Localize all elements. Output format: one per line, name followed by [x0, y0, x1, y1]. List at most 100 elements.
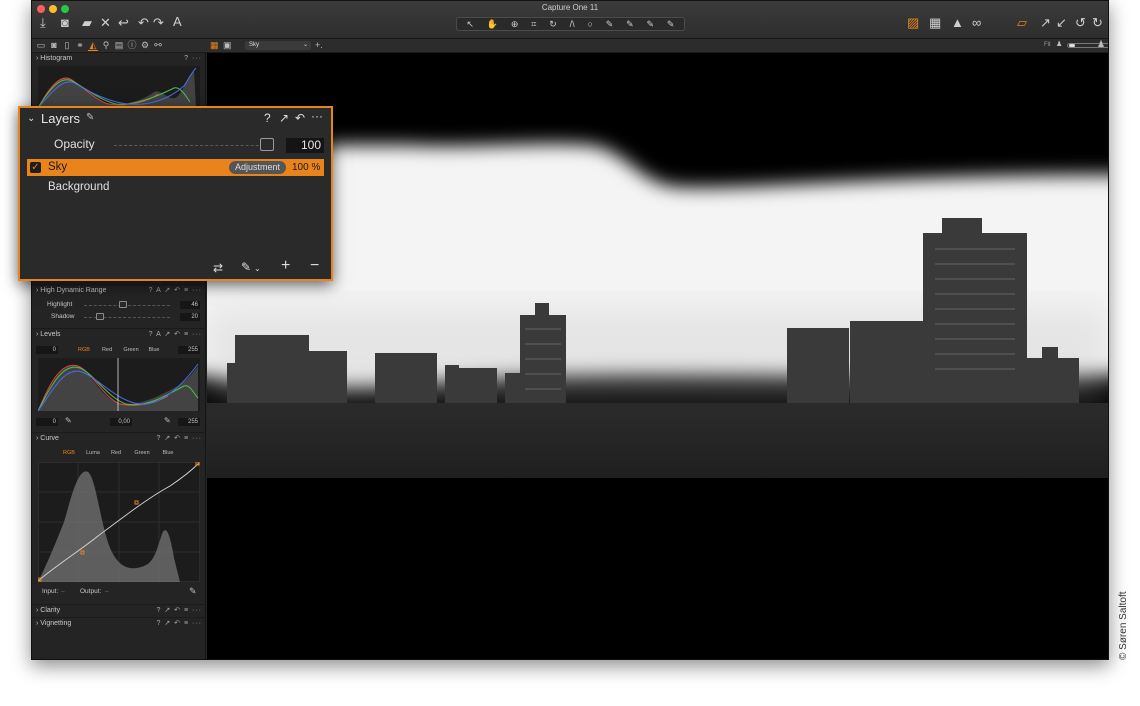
layer-row-sky[interactable]: ✓ Sky Adjustment 100 %	[27, 159, 324, 176]
opacity-slider-track[interactable]	[114, 145, 274, 146]
linear-gradient-cursor-icon[interactable]: ✎	[626, 19, 634, 29]
select-cursor-icon[interactable]: ↖	[466, 19, 474, 29]
shadow-value[interactable]: 20	[180, 313, 200, 321]
delete-icon[interactable]: ✕	[100, 16, 111, 29]
add-variant-icon[interactable]: +.	[315, 40, 323, 50]
color-tab-icon[interactable]: ⚭	[75, 41, 85, 50]
curve-tab-green[interactable]: Green	[131, 449, 153, 457]
apply-adjustments-icon[interactable]: ↙	[1056, 16, 1067, 29]
highlight-slider-knob[interactable]	[119, 301, 127, 308]
white-picker-icon[interactable]: ✎	[164, 416, 171, 425]
metadata-tab-icon[interactable]: ▤	[114, 41, 124, 50]
grid-view-icon[interactable]: ▦	[210, 40, 219, 51]
library-tab-icon[interactable]: ▭	[36, 41, 46, 50]
rotate-cursor-icon[interactable]: ↻	[549, 19, 557, 29]
levels-bottom-right-value[interactable]: 255	[178, 418, 200, 426]
keystone-cursor-icon[interactable]: /\	[570, 19, 575, 29]
levels-tab-red[interactable]: Red	[97, 346, 117, 354]
tool-header-icons[interactable]: ? ↗ ↶ ≡ ···	[157, 433, 202, 444]
grid-icon[interactable]: ▦	[929, 16, 941, 29]
pin-icon[interactable]: ✎	[86, 112, 94, 123]
warning-icon[interactable]: ▲	[951, 16, 964, 29]
details-tab-icon[interactable]: ⚲	[101, 41, 111, 50]
zoom-cursor-icon[interactable]: ⊕	[511, 19, 519, 29]
layer-visibility-checkbox[interactable]: ✓	[30, 162, 41, 173]
proof-glasses-icon[interactable]: ∞	[972, 16, 981, 29]
help-icon[interactable]: ?	[264, 111, 271, 125]
reset-icon[interactable]: ↶	[295, 111, 305, 125]
histogram-header[interactable]: › Histogram ? ···	[32, 53, 206, 64]
reset-icon[interactable]: ↩	[118, 16, 129, 29]
highlight-value[interactable]: 46	[180, 301, 200, 309]
vignetting-header[interactable]: › Vignetting ? ↗ ↶ ≡ ···	[32, 617, 206, 628]
curve-tab-luma[interactable]: Luma	[82, 449, 104, 457]
redo-icon[interactable]: ↷	[153, 16, 164, 29]
levels-top-right-value[interactable]: 255	[178, 346, 200, 354]
curve-input-label: Input:	[42, 588, 59, 595]
layers-title: Layers	[41, 111, 81, 126]
curve-tab-blue[interactable]: Blue	[158, 449, 178, 457]
tool-header-icons[interactable]: ? A ↗ ↶ ≡ ···	[149, 329, 202, 340]
opacity-value[interactable]: 100	[286, 138, 324, 153]
image-viewer[interactable]	[207, 53, 1108, 659]
levels-tab-rgb[interactable]: RGB	[74, 346, 94, 354]
rotate-left-icon[interactable]: ↺	[1075, 16, 1086, 29]
exposure-warning-icon[interactable]: ▨	[907, 16, 919, 29]
levels-bottom-left-value[interactable]: 0	[36, 418, 58, 426]
levels-bottom-mid-value[interactable]: 0,00	[110, 418, 132, 426]
highlight-slider-track[interactable]	[84, 305, 170, 306]
tool-header-icons[interactable]: ? A ↗ ↶ ≡ ···	[149, 285, 202, 296]
draw-mask-cursor-icon[interactable]: ✎	[606, 19, 614, 29]
import-icon[interactable]: ⤓	[40, 16, 46, 29]
undo-icon[interactable]: ↶	[138, 16, 149, 29]
curve-picker-icon[interactable]: ✎	[189, 586, 197, 597]
rotate-right-icon[interactable]: ↻	[1092, 16, 1103, 29]
info-tab-icon[interactable]: ⓘ	[127, 41, 137, 50]
spot-removal-cursor-icon[interactable]: ○	[587, 19, 592, 29]
curve-tab-red[interactable]: Red	[107, 449, 125, 457]
exposure-tab-icon[interactable]: ◭	[88, 40, 98, 51]
levels-tab-green[interactable]: Green	[120, 346, 142, 354]
tool-header-icons[interactable]: ? ···	[184, 53, 202, 64]
more-options-icon[interactable]: ···	[311, 109, 323, 123]
picker-cursor-icon[interactable]: ✎	[667, 19, 675, 29]
tool-header-icons[interactable]: ? ↗ ↶ ≡ ···	[157, 605, 202, 616]
multi-view-icon[interactable]: ▱	[1017, 16, 1027, 29]
levels-tab-blue[interactable]: Blue	[144, 346, 164, 354]
shadow-slider-knob[interactable]	[96, 313, 104, 320]
curve-tab-rgb[interactable]: RGB	[60, 449, 78, 457]
capture-tab-icon[interactable]: ◙	[49, 41, 59, 50]
curve-header[interactable]: › Curve ? ↗ ↶ ≡ ···	[32, 432, 206, 443]
clarity-header[interactable]: › Clarity ? ↗ ↶ ≡ ···	[32, 604, 206, 615]
copy-adjustments-icon[interactable]: ↗	[1040, 16, 1051, 29]
single-view-icon[interactable]: ▣	[223, 40, 232, 51]
radial-gradient-cursor-icon[interactable]: ✎	[647, 19, 655, 29]
zoom-slider-knob[interactable]	[1069, 44, 1075, 47]
layers-popup: ⌄ Layers ✎ ? ↗ ↶ ··· Opacity 100 ✓ Sky A…	[18, 106, 333, 281]
capture-icon[interactable]: ◙	[61, 16, 69, 29]
text-overlay-icon[interactable]: A	[173, 15, 182, 28]
add-layer-icon[interactable]: +	[281, 257, 290, 275]
opacity-slider-knob[interactable]	[260, 138, 274, 151]
levels-top-left-value[interactable]: 0	[36, 346, 58, 354]
brush-icon[interactable]: ✎	[241, 260, 251, 274]
layer-name: Background	[48, 181, 110, 193]
batch-tab-icon[interactable]: ⚯	[153, 41, 163, 50]
output-tab-icon[interactable]: ⚙	[140, 41, 150, 50]
pan-cursor-icon[interactable]: ✋	[487, 19, 498, 29]
export-icon[interactable]: ▰	[82, 16, 92, 29]
lens-tab-icon[interactable]: ▯	[62, 41, 72, 50]
curve-graph[interactable]	[38, 462, 200, 582]
remove-layer-icon[interactable]: −	[310, 257, 319, 275]
black-picker-icon[interactable]: ✎	[65, 416, 72, 425]
crop-cursor-icon[interactable]: ⌗	[531, 19, 536, 29]
title-bar: Capture One 11 ⤓ ◙ ▰ ✕ ↩ ↶ ↷ A ↖ ✋ ⊕ ⌗ ↻…	[32, 1, 1108, 39]
tool-header-icons[interactable]: ? ↗ ↶ ≡ ···	[157, 618, 202, 629]
layer-row-background[interactable]: Background	[27, 179, 324, 196]
levels-header[interactable]: › Levels ? A ↗ ↶ ≡ ···	[32, 328, 206, 339]
layer-settings-icon[interactable]: ⇄	[213, 261, 223, 275]
variant-selector[interactable]: Sky ⌄	[245, 41, 311, 50]
chevron-down-icon[interactable]: ⌄	[27, 113, 35, 124]
hdr-header[interactable]: › High Dynamic Range ? A ↗ ↶ ≡ ···	[32, 284, 206, 295]
copy-adjustments-icon[interactable]: ↗	[279, 111, 289, 125]
